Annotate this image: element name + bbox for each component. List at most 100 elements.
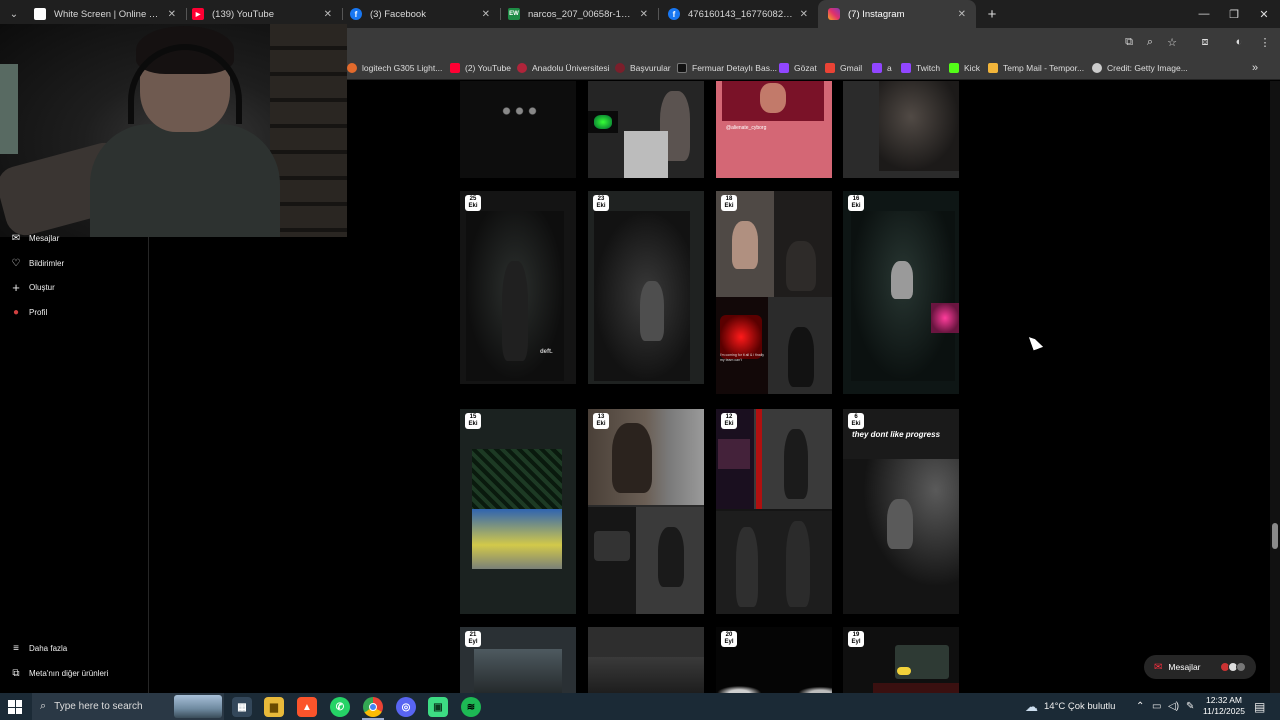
extensions-puzzle-icon[interactable]: ⧈	[1197, 34, 1213, 50]
grid-post[interactable]	[588, 81, 704, 178]
grid-post[interactable]: 12 Eki	[716, 409, 832, 614]
bookmark-label: Temp Mail - Tempor...	[1003, 63, 1085, 73]
instagram-favicon	[828, 8, 840, 20]
grid-post[interactable]: 23 Eki	[588, 191, 704, 384]
network-icon[interactable]: ▭	[1152, 693, 1161, 720]
grid-post[interactable]	[843, 81, 959, 178]
facebook-favicon: f	[350, 8, 362, 20]
grid-post[interactable]: 19 Eyl	[843, 627, 959, 693]
post-date-badge: 18 Eki	[721, 195, 737, 211]
sidebar-item-create[interactable]: + Oluştur	[11, 280, 55, 295]
tab-facebook-image[interactable]: f 476160143_167760827952017... ✕	[658, 0, 818, 28]
thumb-bathroom	[624, 131, 668, 178]
facebook-favicon: f	[668, 8, 680, 20]
grid-post[interactable]: 21 Eyl	[460, 627, 576, 693]
tab-instagram[interactable]: (7) Instagram ✕	[818, 0, 976, 28]
thumb-figure-mirror	[768, 297, 832, 394]
sidebar-item-messages[interactable]: ✉ Mesajlar	[11, 231, 59, 245]
android-studio-icon[interactable]: ▣	[428, 697, 448, 717]
grid-post[interactable]: @alienate_cyborg	[716, 81, 832, 178]
discord-icon[interactable]: ◎	[396, 697, 416, 717]
task-view-icon[interactable]: ▦	[232, 697, 252, 717]
profile-icon[interactable]: ◐	[1231, 34, 1247, 50]
bookmark-star-icon[interactable]: ☆	[1164, 34, 1180, 50]
sidebar-item-profile[interactable]: ● Profil	[11, 305, 47, 319]
close-window-button[interactable]: ✕	[1248, 0, 1280, 28]
bookmark-label: Kick	[964, 63, 981, 73]
post-date-badge: 19 Eyl	[848, 631, 864, 647]
weather-widget[interactable]: ☁ 14°C Çok bulutlu	[1025, 693, 1115, 720]
thumb-legs	[472, 509, 562, 569]
grid-post[interactable]: 25 Eki deft.	[460, 191, 576, 384]
scrollbar-thumb[interactable]	[1272, 523, 1278, 549]
bookmark-gmail[interactable]: Gmail	[825, 61, 862, 75]
install-app-icon[interactable]: ⧉	[1121, 34, 1137, 50]
grid-post[interactable]: 6 Eki they dont like progress	[843, 409, 959, 614]
thumb-red-poster	[716, 297, 768, 394]
minimize-button[interactable]: —	[1188, 0, 1220, 28]
bookmark-getty[interactable]: Credit: Getty Image...	[1092, 61, 1188, 75]
bookmark-a[interactable]: a	[872, 61, 892, 75]
new-tab-button[interactable]: +	[982, 4, 1002, 24]
chrome-icon[interactable]	[363, 697, 383, 717]
zoom-icon[interactable]: ⌕	[1142, 34, 1158, 50]
volume-icon[interactable]: ◁)	[1168, 693, 1179, 720]
page-scrollbar[interactable]	[1270, 81, 1280, 693]
close-icon[interactable]: ✕	[640, 9, 648, 20]
bookmark-fermuar[interactable]: Fermuar Detaylı Bas...	[677, 61, 777, 75]
sidebar-item-more[interactable]: ≡ Daha fazla	[11, 641, 67, 655]
tab-label: 476160143_167760827952017...	[688, 8, 794, 20]
messages-icon: ✉	[1154, 661, 1163, 673]
windows-start-button[interactable]	[6, 698, 24, 716]
spotify-icon[interactable]: ≋	[461, 697, 481, 717]
close-icon[interactable]: ✕	[482, 9, 490, 20]
tab-narcos-image[interactable]: EW narcos_207_00658r-1-a753b45... ✕	[498, 0, 658, 28]
webcam-shelf-shape	[270, 24, 347, 237]
taskbar-clock[interactable]: 12:32 AM 11/12/2025	[1198, 695, 1250, 717]
file-explorer-icon[interactable]: ▆	[264, 697, 284, 717]
tab-facebook[interactable]: f (3) Facebook ✕	[340, 0, 500, 28]
bookmark-twitch[interactable]: Twitch	[901, 61, 940, 75]
grid-post[interactable]: I'm coming for it all & i finally my tea…	[716, 191, 832, 394]
search-icon: ⌕	[40, 700, 47, 712]
grid-post[interactable]: 15 Eki	[460, 409, 576, 614]
tab-search-chevron-icon[interactable]: ⌄	[4, 4, 24, 24]
whatsapp-icon[interactable]: ✆	[330, 697, 350, 717]
bookmark-youtube[interactable]: (2) YouTube	[450, 61, 511, 75]
restore-button[interactable]: ❐	[1218, 0, 1250, 28]
close-icon[interactable]: ✕	[324, 9, 332, 20]
grid-post[interactable]: 16 Eki	[843, 191, 959, 394]
bookmark-kick[interactable]: Kick	[949, 61, 980, 75]
bookmarks-overflow-chevron-icon[interactable]: »	[1252, 61, 1258, 75]
grid-post[interactable]: 13 Eki	[588, 409, 704, 614]
post-date-badge: 13 Eki	[593, 413, 609, 429]
heart-icon: ♡	[11, 257, 21, 269]
bookmark-label: Gözat	[794, 63, 817, 73]
messages-pill-label: Mesajlar	[1168, 662, 1201, 672]
kebab-menu-icon[interactable]: ⋮	[1257, 34, 1273, 50]
sidebar-item-notifications[interactable]: ♡ Bildirimler	[11, 256, 65, 270]
notification-center-icon[interactable]: ▤	[1254, 693, 1265, 720]
bookmark-logitech[interactable]: logitech G305 Light...	[347, 61, 442, 75]
grid-post[interactable]	[460, 81, 576, 178]
search-highlight-image	[174, 695, 222, 718]
grid-post[interactable]	[588, 627, 704, 693]
close-icon[interactable]: ✕	[958, 9, 966, 20]
bookmark-anadolu[interactable]: Anadolu Üniversitesi	[517, 61, 609, 75]
grid-post[interactable]: 20 Eyl	[716, 627, 832, 693]
close-icon[interactable]: ✕	[800, 9, 808, 20]
close-icon[interactable]: ✕	[168, 9, 176, 20]
taskbar-search-box[interactable]: ⌕ Type here to search	[32, 693, 224, 720]
tray-chevron-icon[interactable]: ⌃	[1136, 693, 1144, 720]
sidebar-item-meta-products[interactable]: ⧉ Meta'nın diğer ürünleri	[11, 666, 108, 680]
avatar	[1236, 662, 1246, 672]
brave-icon[interactable]: ▲	[297, 697, 317, 717]
pen-icon[interactable]: ✎	[1186, 693, 1194, 720]
bookmark-gozat[interactable]: Gözat	[779, 61, 817, 75]
webcam-body-shape	[90, 124, 280, 237]
bookmark-basvurular[interactable]: Başvurular	[615, 61, 671, 75]
bookmark-label: (2) YouTube	[465, 63, 511, 73]
bookmark-tempmail[interactable]: Temp Mail - Tempor...	[988, 61, 1084, 75]
browser-toolbar: ⧉ ⌕ ☆ ⧈ ◐ ⋮	[347, 28, 1280, 56]
messages-floating-button[interactable]: ✉ Mesajlar	[1144, 655, 1256, 679]
